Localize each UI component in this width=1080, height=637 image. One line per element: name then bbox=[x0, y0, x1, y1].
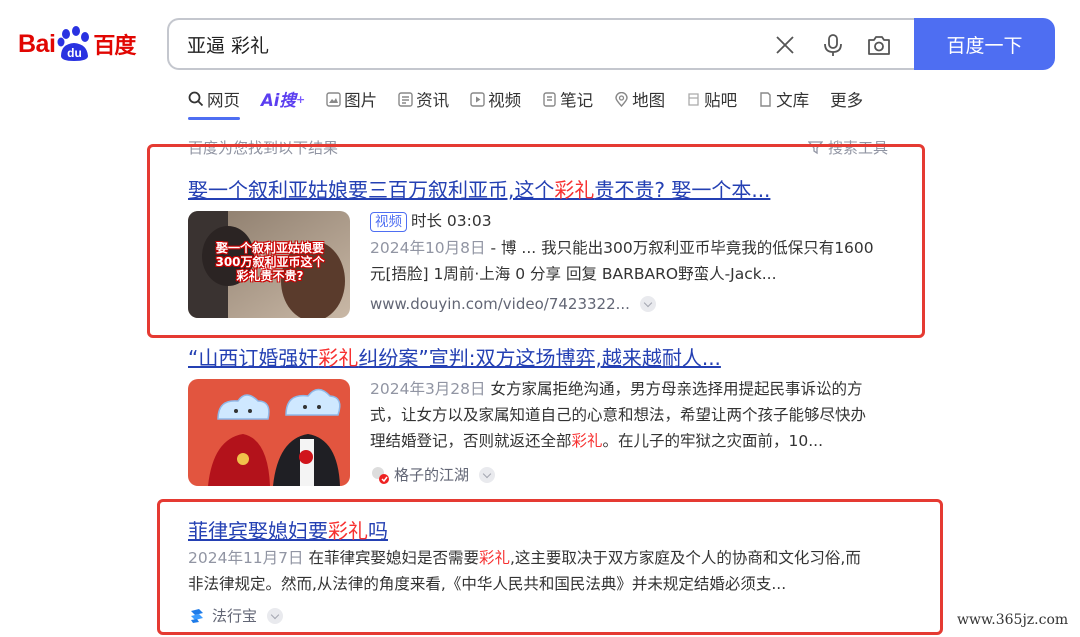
tab-web[interactable]: 网页 bbox=[188, 84, 240, 120]
result-title[interactable]: “山西订婚强奸彩礼纠纷案”宣判:双方这场博弈,越来越耐人... bbox=[188, 342, 721, 371]
camera-icon[interactable] bbox=[866, 33, 890, 57]
tab-news[interactable]: 资讯 bbox=[398, 84, 449, 114]
baidu-logo[interactable]: Bai du 百度 bbox=[18, 22, 150, 66]
search-tabs: 网页 Ai搜 + 图片 资讯 视频 笔记 地图 贴吧 文库 更多 bbox=[188, 84, 884, 120]
tab-label: Ai搜 bbox=[261, 91, 296, 110]
tab-label: 贴吧 bbox=[704, 91, 738, 110]
highlight-box bbox=[157, 499, 943, 635]
tab-label: 图片 bbox=[344, 91, 378, 110]
tab-label: 更多 bbox=[830, 91, 864, 110]
search-icon bbox=[188, 91, 204, 107]
logo-badge-text: du bbox=[68, 46, 83, 60]
logo-text-cn: 百度 bbox=[93, 34, 136, 59]
paw-logo-icon: du bbox=[57, 26, 91, 62]
search-button[interactable]: 百度一下 bbox=[914, 18, 1055, 70]
tab-video[interactable]: 视频 bbox=[470, 84, 521, 114]
news-icon bbox=[398, 91, 413, 107]
tieba-icon bbox=[688, 92, 699, 106]
tab-tieba[interactable]: 贴吧 bbox=[686, 84, 737, 114]
source-avatar-icon bbox=[372, 466, 389, 484]
search-box bbox=[167, 18, 915, 70]
tab-label: 网页 bbox=[207, 91, 240, 110]
tab-label: 资讯 bbox=[416, 91, 450, 110]
logo-text-latin: Bai bbox=[18, 29, 56, 58]
note-icon bbox=[543, 91, 556, 107]
tab-label: 视频 bbox=[488, 91, 522, 110]
sparkle-icon: + bbox=[295, 92, 306, 106]
image-icon bbox=[326, 91, 341, 107]
search-input[interactable] bbox=[169, 33, 729, 55]
watermark: www.365jz.com bbox=[957, 612, 1069, 628]
tab-ai-search[interactable]: Ai搜 + bbox=[261, 84, 305, 114]
tab-more[interactable]: 更多 bbox=[830, 84, 863, 114]
tab-label: 地图 bbox=[632, 91, 666, 110]
map-icon bbox=[615, 91, 628, 107]
result-thumbnail[interactable] bbox=[188, 379, 350, 486]
clear-icon[interactable] bbox=[773, 33, 797, 57]
tab-label: 文库 bbox=[776, 91, 810, 110]
result-abstract: 2024年3月28日 女方家属拒绝沟通，男方母亲选择用提起民事诉讼的方 式，让女… bbox=[370, 380, 867, 450]
tab-label: 笔记 bbox=[560, 91, 594, 110]
tab-wenku[interactable]: 文库 bbox=[758, 84, 809, 114]
microphone-icon[interactable] bbox=[821, 33, 845, 57]
doc-icon bbox=[760, 91, 771, 107]
tab-notes[interactable]: 笔记 bbox=[542, 84, 593, 114]
result-source[interactable]: 格子的江湖 bbox=[370, 464, 496, 485]
play-icon bbox=[470, 91, 485, 107]
tab-map[interactable]: 地图 bbox=[614, 84, 665, 114]
chevron-down-icon[interactable] bbox=[479, 466, 496, 483]
highlight-box bbox=[147, 144, 925, 338]
tab-images[interactable]: 图片 bbox=[326, 84, 377, 114]
